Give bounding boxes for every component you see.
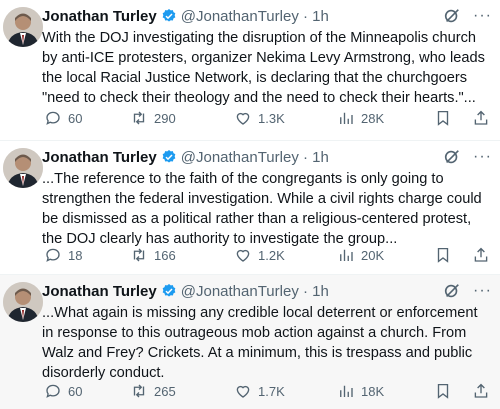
reply-icon: [46, 248, 60, 262]
heart-icon: [236, 249, 250, 262]
reply-button[interactable]: 18: [44, 246, 130, 264]
tweet[interactable]: Jonathan Turley @JonathanTurley · 1h ···…: [0, 0, 500, 141]
view-count: 20K: [361, 247, 385, 263]
like-count: 1.7K: [258, 383, 285, 399]
grok-icon[interactable]: [443, 148, 461, 166]
grok-icon[interactable]: [443, 282, 461, 300]
avatar[interactable]: [3, 282, 43, 322]
repost-button[interactable]: 166: [130, 246, 234, 264]
verified-badge-icon: [161, 149, 177, 165]
view-count: 18K: [361, 383, 385, 399]
views-icon: [340, 385, 353, 397]
share-button[interactable]: [472, 246, 490, 264]
views-icon: [340, 249, 353, 261]
repost-icon: [133, 248, 145, 262]
more-options-icon[interactable]: ···: [473, 148, 492, 166]
view-count: 28K: [361, 110, 385, 126]
tweet-text: ...The reference to the faith of the con…: [42, 171, 482, 247]
repost-icon: [133, 111, 145, 125]
views-button[interactable]: 20K: [337, 246, 432, 264]
like-count: 1.2K: [258, 247, 285, 263]
tweet-text: With the DOJ investigating the disruptio…: [42, 30, 485, 106]
heart-icon: [236, 112, 250, 125]
grok-icon[interactable]: [443, 7, 461, 25]
share-button[interactable]: [472, 382, 490, 400]
author-handle[interactable]: @JonathanTurley · 1h: [181, 8, 329, 25]
like-button[interactable]: 1.7K: [234, 382, 337, 400]
reply-count: 60: [68, 383, 83, 399]
bookmark-icon: [437, 383, 449, 399]
like-count: 1.3K: [258, 110, 285, 126]
reply-icon: [46, 111, 60, 125]
views-icon: [340, 112, 353, 124]
bookmark-button[interactable]: [434, 109, 452, 127]
bookmark-button[interactable]: [434, 382, 452, 400]
repost-button[interactable]: 290: [130, 109, 234, 127]
repost-button[interactable]: 265: [130, 382, 234, 400]
reply-button[interactable]: 60: [44, 382, 130, 400]
like-button[interactable]: 1.2K: [234, 246, 337, 264]
views-button[interactable]: 18K: [337, 382, 432, 400]
verified-badge-icon: [161, 283, 177, 299]
share-button[interactable]: [472, 109, 490, 127]
verified-badge-icon: [161, 8, 177, 24]
like-button[interactable]: 1.3K: [234, 109, 337, 127]
views-button[interactable]: 28K: [337, 109, 432, 127]
bookmark-button[interactable]: [434, 246, 452, 264]
repost-icon: [133, 384, 145, 398]
author-name[interactable]: Jonathan Turley: [42, 283, 157, 300]
share-icon: [474, 383, 488, 398]
author-name[interactable]: Jonathan Turley: [42, 8, 157, 25]
tweet-text: ...What again is missing any credible lo…: [42, 305, 478, 381]
author-handle[interactable]: @JonathanTurley · 1h: [181, 283, 329, 300]
reply-count: 18: [68, 247, 83, 263]
repost-count: 290: [154, 110, 176, 126]
heart-icon: [236, 385, 250, 398]
more-options-icon[interactable]: ···: [473, 7, 492, 25]
bookmark-icon: [437, 247, 449, 263]
reply-count: 60: [68, 110, 83, 126]
more-options-icon[interactable]: ···: [473, 282, 492, 300]
tweet[interactable]: Jonathan Turley @JonathanTurley · 1h ···…: [0, 275, 500, 409]
reply-button[interactable]: 60: [44, 109, 130, 127]
avatar[interactable]: [3, 7, 43, 47]
tweet[interactable]: Jonathan Turley @JonathanTurley · 1h ···…: [0, 141, 500, 275]
bookmark-icon: [437, 110, 449, 126]
avatar[interactable]: [3, 148, 43, 188]
share-icon: [474, 110, 488, 125]
author-handle[interactable]: @JonathanTurley · 1h: [181, 149, 329, 166]
author-name[interactable]: Jonathan Turley: [42, 149, 157, 166]
reply-icon: [46, 384, 60, 398]
share-icon: [474, 247, 488, 262]
repost-count: 166: [154, 247, 176, 263]
repost-count: 265: [154, 383, 176, 399]
